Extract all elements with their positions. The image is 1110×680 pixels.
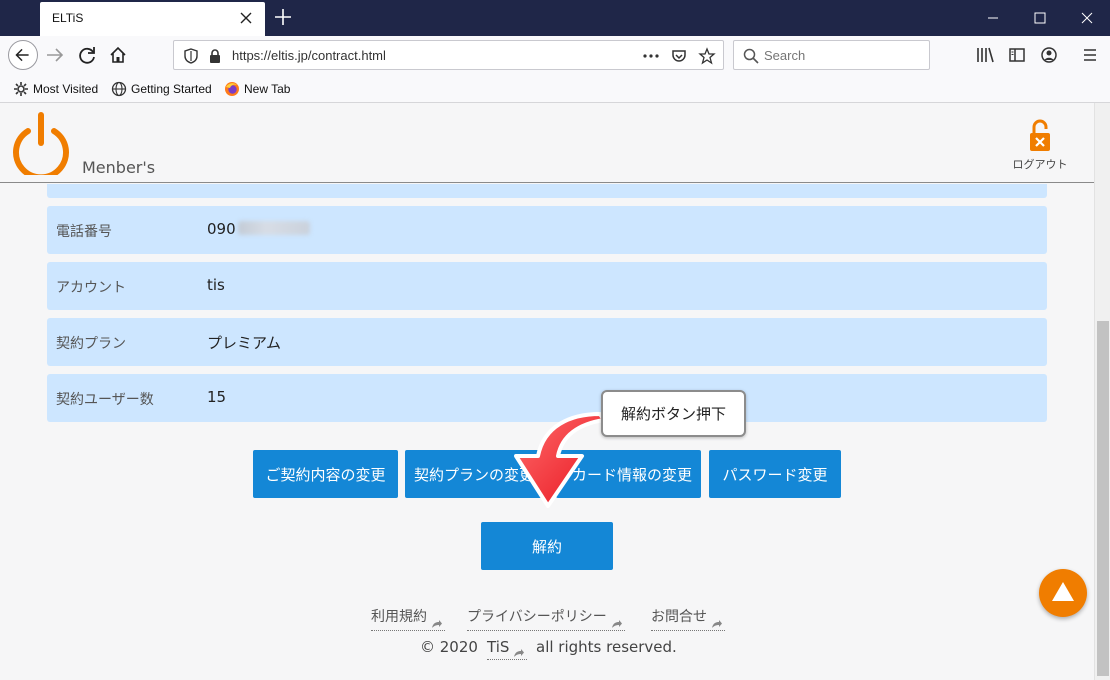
bookmark-label: Getting Started <box>131 82 212 96</box>
change-password-button[interactable]: パスワード変更 <box>709 450 841 498</box>
info-row-phone: 電話番号 090 <box>47 206 1047 254</box>
external-link-icon <box>712 620 722 628</box>
url-text[interactable]: https://eltis.jp/contract.html <box>232 48 386 63</box>
row-label: 契約ユーザー数 <box>56 392 154 408</box>
more-actions-icon[interactable] <box>642 47 660 65</box>
scrollbar-thumb[interactable] <box>1097 321 1109 676</box>
row-value: 15 <box>207 388 227 406</box>
minimize-icon[interactable] <box>970 0 1016 36</box>
up-triangle-icon <box>1052 582 1074 601</box>
row-value: プレミアム <box>207 334 281 352</box>
brand-text: Menber's <box>82 158 156 177</box>
change-contract-button[interactable]: ご契約内容の変更 <box>253 450 398 498</box>
gear-icon <box>14 82 28 96</box>
bookmark-star-icon[interactable] <box>698 47 716 65</box>
bookmark-new-tab[interactable]: New Tab <box>224 80 290 98</box>
lock-icon[interactable] <box>206 47 224 65</box>
search-icon <box>743 48 759 64</box>
external-link-icon <box>514 649 525 657</box>
firefox-icon <box>225 82 239 96</box>
home-icon[interactable] <box>103 40 133 70</box>
page-scrollbar[interactable] <box>1094 103 1110 680</box>
pocket-icon[interactable] <box>670 47 688 65</box>
contact-link[interactable]: お問合せ <box>651 606 725 631</box>
cancel-contract-button[interactable]: 解約 <box>481 522 613 570</box>
account-icon[interactable] <box>1039 45 1059 65</box>
bookmark-getting-started[interactable]: Getting Started <box>111 80 212 98</box>
browser-titlebar: ELTiS <box>0 0 1110 36</box>
site-header: Menber's ログアウト <box>0 103 1094 183</box>
shield-icon[interactable] <box>182 47 200 65</box>
forward-arrow-icon[interactable] <box>40 40 70 70</box>
external-link-icon <box>611 620 622 628</box>
new-tab-plus-icon[interactable] <box>272 6 294 28</box>
logout-button[interactable]: ログアウト <box>1000 119 1080 173</box>
row-value-phone: 090 <box>207 220 310 238</box>
external-link-icon <box>432 620 442 628</box>
company-link[interactable]: TiS <box>487 638 528 660</box>
search-placeholder: Search <box>764 48 806 63</box>
copyright-text: all rights reserved. <box>536 638 677 656</box>
row-label: アカウント <box>56 280 126 296</box>
lock-logout-icon <box>1030 119 1050 151</box>
search-input[interactable]: Search <box>733 40 930 70</box>
copyright-year: © 2020 <box>420 638 478 656</box>
red-arrow-icon <box>514 412 606 508</box>
contract-content: 電話番号 090 アカウント tis 契約プラン プレミアム 契約ユーザー数 1… <box>0 184 1094 680</box>
bookmark-most-visited[interactable]: Most Visited <box>13 80 98 98</box>
info-row-plan: 契約プラン プレミアム <box>47 318 1047 366</box>
row-value: tis <box>207 276 225 294</box>
logout-label: ログアウト <box>1012 158 1068 171</box>
scroll-to-top-button[interactable] <box>1039 569 1087 617</box>
privacy-policy-link[interactable]: プライバシーポリシー <box>467 606 625 631</box>
reload-icon[interactable] <box>72 40 102 70</box>
maximize-icon[interactable] <box>1017 0 1063 36</box>
bookmark-label: New Tab <box>244 82 291 96</box>
globe-icon <box>111 81 127 97</box>
tab-title: ELTiS <box>52 11 84 25</box>
close-tab-icon[interactable] <box>237 9 255 27</box>
row-label: 電話番号 <box>56 224 112 240</box>
library-icon[interactable] <box>975 45 995 65</box>
row-label: 契約プラン <box>56 336 126 352</box>
close-window-icon[interactable] <box>1064 0 1110 36</box>
instruction-callout: 解約ボタン押下 <box>601 390 746 437</box>
power-logo-icon[interactable] <box>10 109 72 175</box>
bookmarks-toolbar: Most Visited Getting Started New Tab <box>0 75 1110 103</box>
redacted-number <box>237 221 310 235</box>
address-bar[interactable]: https://eltis.jp/contract.html <box>173 40 724 70</box>
info-row-partial <box>47 184 1047 198</box>
navigation-toolbar: https://eltis.jp/contract.html Search <box>0 36 1110 75</box>
back-arrow-icon[interactable] <box>8 40 38 70</box>
terms-link[interactable]: 利用規約 <box>371 606 445 631</box>
bookmark-label: Most Visited <box>33 82 99 96</box>
info-row-account: アカウント tis <box>47 262 1047 310</box>
sidebar-icon[interactable] <box>1007 45 1027 65</box>
footer-links: 利用規約 プライバシーポリシー お問合せ <box>0 602 1094 632</box>
browser-tab[interactable]: ELTiS <box>40 2 265 36</box>
menu-hamburger-icon[interactable] <box>1080 45 1100 65</box>
